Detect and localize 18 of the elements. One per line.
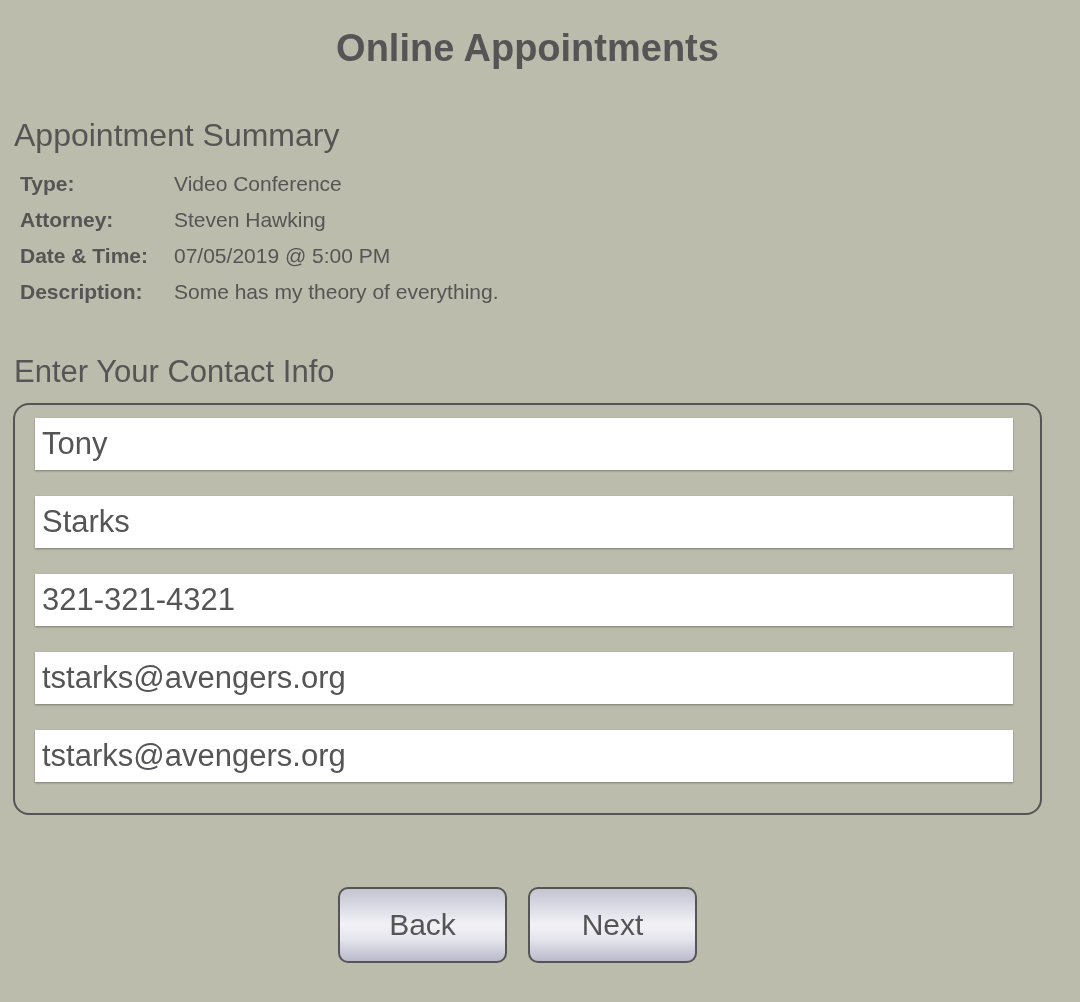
section-heading: Appointment Summary xyxy=(14,116,340,154)
input-field[interactable]: tstarks@avengers.org xyxy=(35,652,1013,704)
input-field[interactable]: Tony xyxy=(35,418,1013,470)
summary-value: Some has my theory of everything. xyxy=(174,279,499,305)
input-field[interactable]: 321-321-4321 xyxy=(35,574,1013,626)
input-field[interactable]: Starks xyxy=(35,496,1013,548)
summary-label: Attorney: xyxy=(20,207,114,233)
summary-value: 07/05/2019 @ 5:00 PM xyxy=(174,243,391,269)
summary-label: Type: xyxy=(20,171,75,197)
summary-value: Steven Hawking xyxy=(174,207,326,233)
input-field[interactable]: tstarks@avengers.org xyxy=(35,730,1013,782)
page-title: Online Appointments xyxy=(336,26,719,71)
summary-label: Date & Time: xyxy=(20,243,148,269)
form-button[interactable]: Back xyxy=(338,887,507,963)
section-heading: Enter Your Contact Info xyxy=(14,353,335,391)
form-button[interactable]: Next xyxy=(528,887,697,963)
summary-label: Description: xyxy=(20,279,143,305)
summary-value: Video Conference xyxy=(174,171,342,197)
